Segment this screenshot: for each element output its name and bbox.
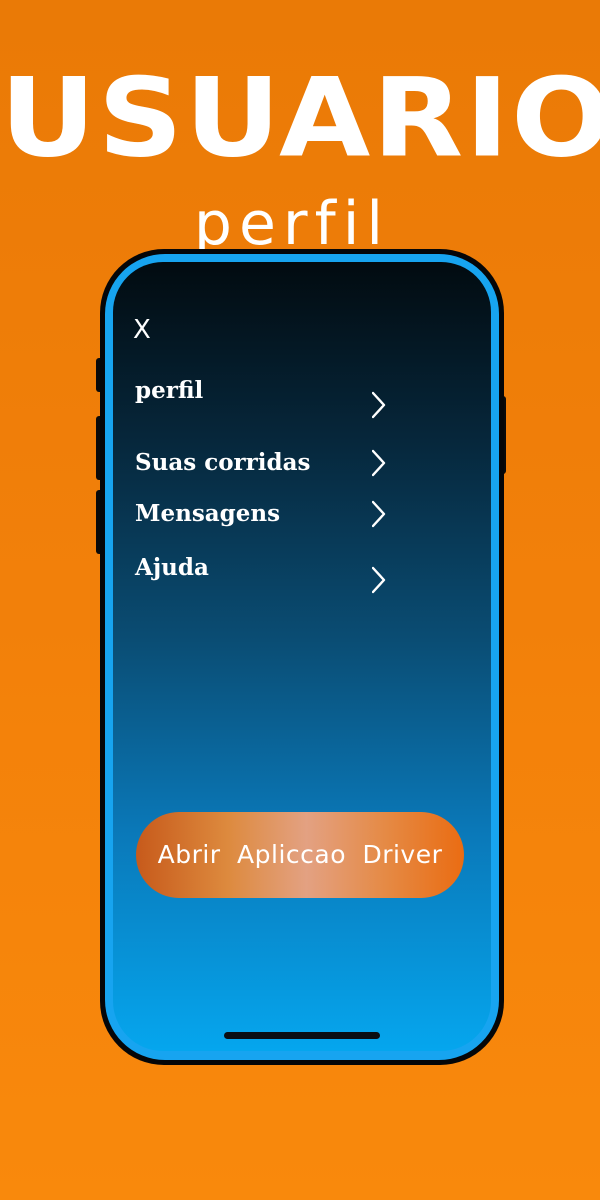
menu-item-suas-corridas[interactable]: Suas corridas bbox=[135, 448, 395, 492]
menu-item-mensagens[interactable]: Mensagens bbox=[135, 499, 395, 543]
close-menu-button[interactable]: X bbox=[133, 312, 151, 348]
menu-item-label: perfil bbox=[135, 377, 204, 404]
open-driver-app-label: Abrir Apliccao Driver bbox=[157, 840, 443, 869]
chevron-right-icon bbox=[372, 566, 386, 594]
promo-title: USUARIO bbox=[0, 54, 600, 182]
home-indicator[interactable] bbox=[224, 1032, 380, 1039]
chevron-right-icon bbox=[372, 500, 386, 528]
menu-item-label: Ajuda bbox=[135, 554, 209, 581]
menu-item-perfil[interactable]: perfil bbox=[135, 376, 395, 420]
open-driver-app-button[interactable]: Abrir Apliccao Driver bbox=[136, 812, 464, 898]
menu-item-label: Suas corridas bbox=[135, 449, 311, 476]
chevron-right-icon bbox=[372, 391, 386, 419]
chevron-right-icon bbox=[372, 449, 386, 477]
menu-item-ajuda[interactable]: Ajuda bbox=[135, 553, 395, 597]
menu-item-label: Mensagens bbox=[135, 500, 281, 527]
phone-screen: X perfil Suas corridas Mensagens Ajuda A… bbox=[113, 262, 491, 1051]
